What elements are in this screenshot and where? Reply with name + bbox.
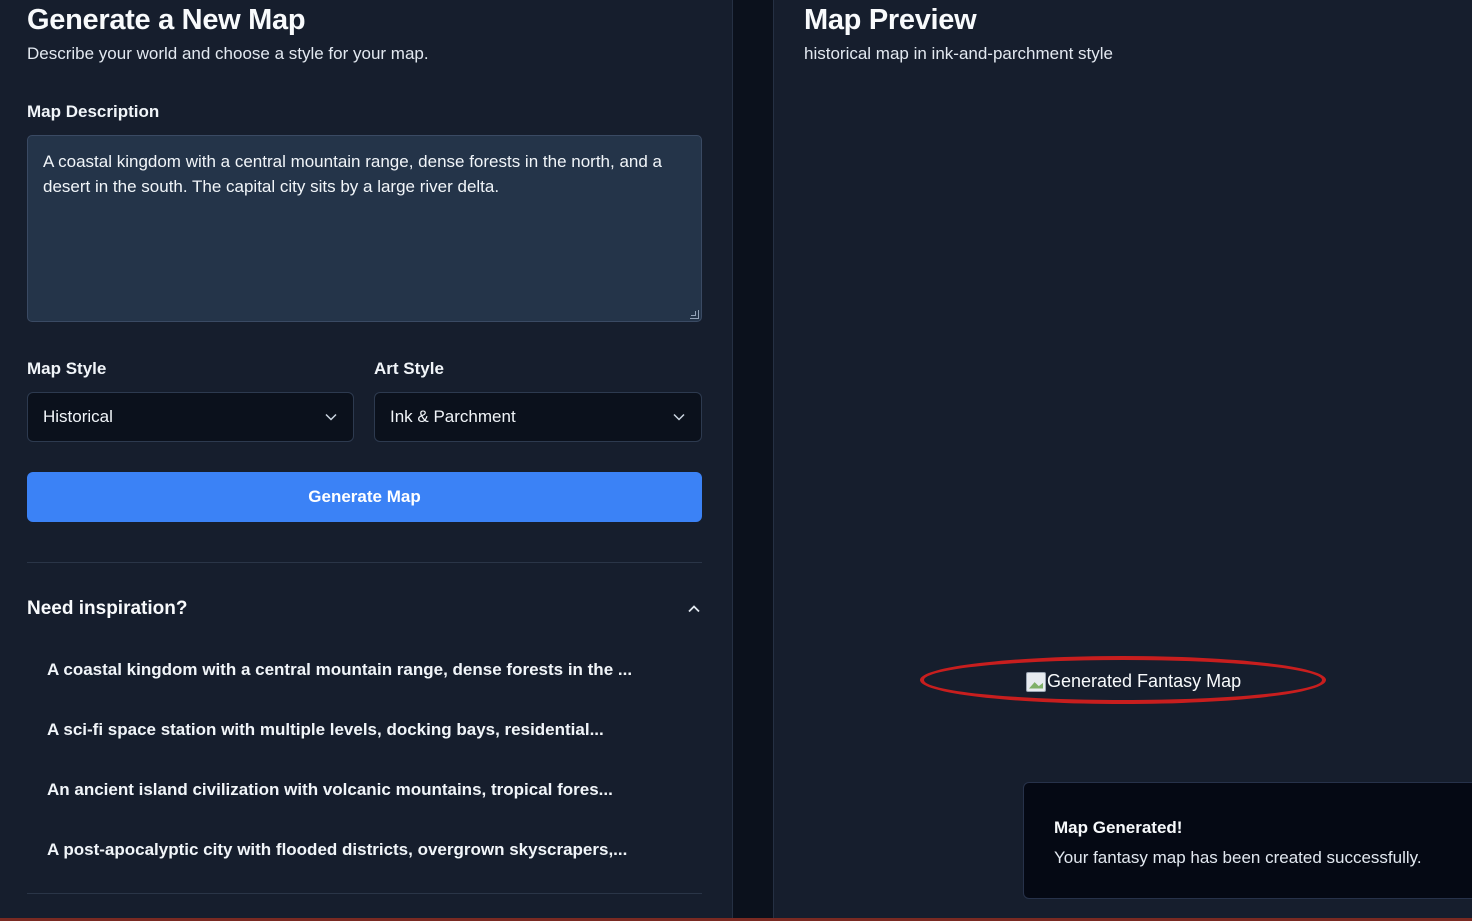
resize-handle-icon[interactable] [690, 310, 699, 319]
chevron-up-icon [686, 601, 702, 617]
panel-gap [733, 0, 773, 921]
art-style-label: Art Style [374, 359, 444, 378]
divider [27, 893, 702, 894]
page-title: Generate a New Map [27, 4, 306, 36]
toast-title: Map Generated! [1054, 818, 1183, 837]
annotation-ellipse [920, 656, 1326, 704]
divider [27, 562, 702, 563]
chevron-down-icon [672, 410, 686, 424]
art-style-select[interactable]: Ink & Parchment [374, 392, 702, 442]
toast-notification[interactable]: Map Generated! Your fantasy map has been… [1023, 782, 1472, 899]
inspiration-toggle[interactable]: Need inspiration? [27, 594, 702, 624]
generator-panel: Generate a New Map Describe your world a… [0, 0, 733, 921]
map-style-select[interactable]: Historical [27, 392, 354, 442]
art-style-value: Ink & Parchment [390, 407, 516, 426]
inspiration-item[interactable]: A coastal kingdom with a central mountai… [47, 659, 632, 681]
map-description-textarea[interactable]: A coastal kingdom with a central mountai… [27, 135, 702, 322]
inspiration-item[interactable]: An ancient island civilization with volc… [47, 779, 613, 801]
toast-message: Your fantasy map has been created succes… [1054, 848, 1422, 867]
map-style-label: Map Style [27, 359, 107, 378]
chevron-down-icon [324, 410, 338, 424]
inspiration-item[interactable]: A sci-fi space station with multiple lev… [47, 719, 604, 741]
page-subtitle: Describe your world and choose a style f… [27, 44, 429, 63]
inspiration-item[interactable]: A post-apocalyptic city with flooded dis… [47, 839, 627, 861]
preview-title: Map Preview [804, 4, 977, 36]
map-description-value: A coastal kingdom with a central mountai… [43, 152, 662, 196]
inspiration-title: Need inspiration? [27, 598, 188, 619]
preview-subtitle: historical map in ink-and-parchment styl… [804, 44, 1113, 63]
description-label: Map Description [27, 102, 160, 121]
map-style-value: Historical [43, 407, 113, 426]
generate-map-button[interactable]: Generate Map [27, 472, 702, 522]
